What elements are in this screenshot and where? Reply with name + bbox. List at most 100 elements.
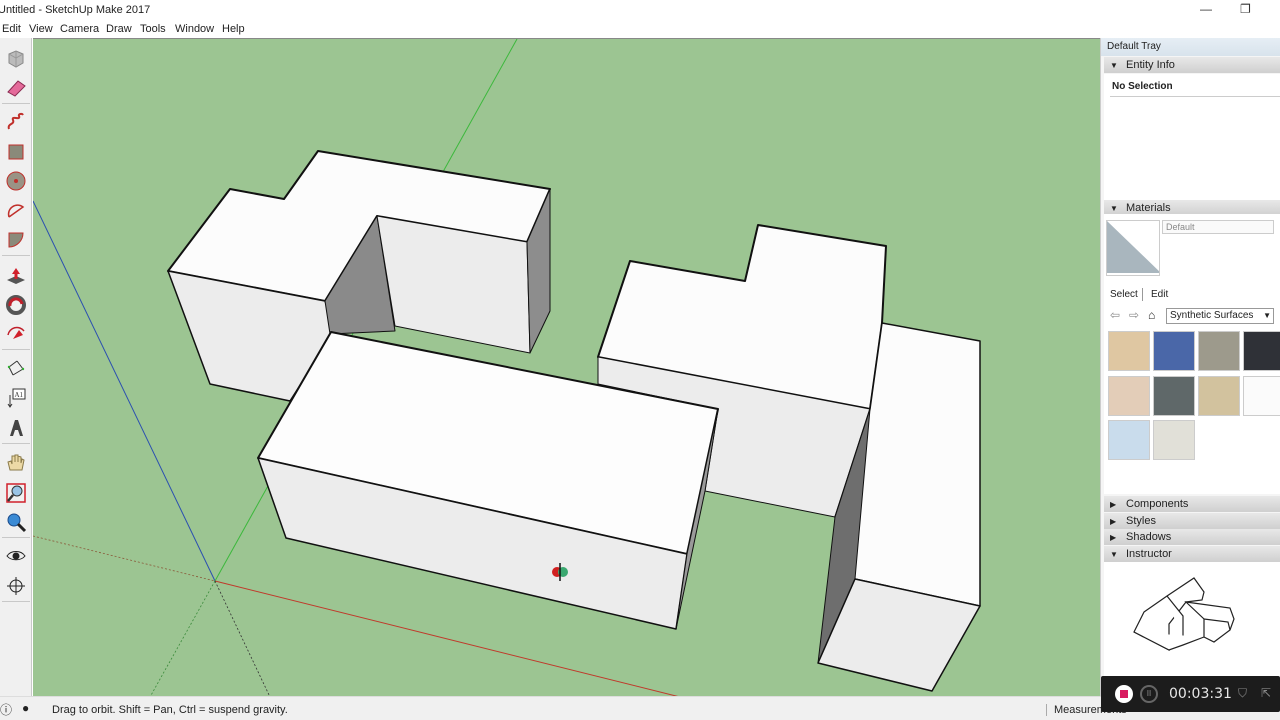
rectangle-tool[interactable] [4, 140, 28, 164]
title-bar: Untitled - SketchUp Make 2017 — ❐ [0, 0, 1280, 20]
back-arrow-icon[interactable]: ⇦ [1110, 308, 1120, 322]
material-swatch[interactable] [1243, 376, 1280, 416]
material-library-select[interactable]: Synthetic Surfaces ▼ [1166, 308, 1274, 324]
text-tool[interactable]: A1 [4, 386, 28, 410]
freehand-tool-icon [7, 112, 24, 130]
push-pull-tool[interactable] [4, 264, 28, 288]
toolbar-separator [2, 103, 30, 104]
material-swatch[interactable] [1153, 376, 1195, 416]
styles-header[interactable]: ▶ Styles [1104, 513, 1280, 529]
material-swatch[interactable] [1198, 331, 1240, 371]
select-tool[interactable] [4, 47, 28, 71]
collapsed-arrow-icon: ▶ [1110, 533, 1117, 542]
look-around-tool[interactable] [4, 544, 28, 568]
eraser-tool[interactable] [4, 76, 28, 100]
select-tool-icon [8, 50, 24, 68]
zoom-window-tool[interactable] [4, 481, 28, 505]
menu-camera[interactable]: Camera [60, 23, 99, 35]
shadows-header[interactable]: ▶ Shadows [1104, 529, 1280, 545]
pause-recording-button[interactable]: II [1140, 685, 1158, 703]
push-pull-tool-icon [7, 268, 25, 284]
polygon-tool-icon [6, 171, 26, 191]
expanded-arrow-icon: ▼ [1110, 204, 1118, 213]
freehand-tool[interactable] [4, 110, 28, 134]
3d-text-tool-icon [10, 420, 23, 436]
position-camera-tool[interactable] [4, 574, 28, 598]
collapsed-arrow-icon: ▶ [1110, 500, 1117, 509]
follow-me-tool-icon [7, 326, 25, 339]
material-preview [1106, 220, 1160, 276]
material-swatch[interactable] [1153, 331, 1195, 371]
pie-tool[interactable] [4, 228, 28, 252]
collapsed-arrow-icon: ▶ [1110, 517, 1117, 526]
status-bar: ⓘ ● Drag to orbit. Shift = Pan, Ctrl = s… [0, 696, 1280, 720]
material-swatch[interactable] [1243, 331, 1280, 371]
arc-tool[interactable] [4, 198, 28, 222]
user-account-icon[interactable]: ● [22, 701, 29, 715]
entity-info-header[interactable]: ▼ Entity Info [1104, 57, 1280, 73]
expanded-arrow-icon: ▼ [1110, 550, 1118, 559]
recorder-badge-icon[interactable]: ⛉ [1238, 686, 1247, 701]
rotate-tool[interactable] [4, 293, 28, 317]
menu-view[interactable]: View [29, 23, 53, 35]
components-header[interactable]: ▶ Components [1104, 496, 1280, 512]
instructor-title: Instructor [1126, 548, 1172, 560]
materials-panel: Default Select Edit ⇦ ⇨ ⌂ Synthetic Surf… [1104, 214, 1280, 494]
pan-tool[interactable] [4, 451, 28, 475]
material-swatch[interactable] [1108, 420, 1150, 460]
red-axis-negative [33, 535, 216, 582]
toolbar-separator [2, 443, 30, 444]
entity-info-panel: No Selection [1104, 74, 1280, 200]
dimension-tool[interactable] [4, 356, 28, 380]
forward-arrow-icon[interactable]: ⇨ [1129, 308, 1139, 322]
menu-edit[interactable]: Edit [2, 23, 21, 35]
tab-select[interactable]: Select [1106, 288, 1143, 301]
screen-recorder-overlay: II 00:03:31 ⛉ ⇱ [1101, 676, 1280, 712]
default-tray: Default Tray ▼ Entity Info No Selection ▼… [1100, 38, 1280, 696]
position-camera-tool-icon [7, 577, 25, 595]
rotate-tool-icon [6, 295, 26, 315]
material-swatch[interactable] [1108, 331, 1150, 371]
zoom-extents-tool-icon [7, 513, 27, 533]
zoom-window-tool-icon [6, 483, 26, 503]
drawing-viewport[interactable] [33, 38, 1100, 696]
stop-recording-button[interactable] [1115, 685, 1133, 703]
toolbar-separator [2, 601, 30, 602]
menu-bar: Edit View Camera Draw Tools Window Help [0, 20, 1100, 38]
material-swatch[interactable] [1108, 376, 1150, 416]
tray-title: Default Tray [1101, 38, 1280, 56]
tab-edit[interactable]: Edit [1147, 288, 1172, 301]
chevron-down-icon: ▼ [1263, 311, 1271, 320]
instructor-header[interactable]: ▼ Instructor [1104, 546, 1280, 562]
green-axis-negative [150, 580, 216, 696]
3d-text-tool[interactable] [4, 416, 28, 440]
info-icon[interactable]: ⓘ [0, 701, 12, 718]
home-icon[interactable]: ⌂ [1148, 308, 1155, 322]
restore-button[interactable]: ❐ [1240, 2, 1251, 16]
toolbar-separator [2, 537, 30, 538]
menu-help[interactable]: Help [222, 23, 245, 35]
material-swatch[interactable] [1153, 420, 1195, 460]
zoom-extents-tool[interactable] [4, 510, 28, 534]
follow-me-tool[interactable] [4, 322, 28, 346]
menu-window[interactable]: Window [175, 23, 214, 35]
toolbar-separator [2, 349, 30, 350]
minimize-button[interactable]: — [1200, 2, 1212, 16]
recording-timer: 00:03:31 [1169, 686, 1232, 702]
model-scene [33, 39, 981, 696]
polygon-tool[interactable] [4, 169, 28, 193]
divider [1110, 96, 1280, 97]
material-name-field[interactable]: Default [1162, 220, 1274, 234]
material-swatch[interactable] [1198, 376, 1240, 416]
menu-draw[interactable]: Draw [106, 23, 132, 35]
shadows-title: Shadows [1126, 531, 1172, 543]
menu-tools[interactable]: Tools [140, 23, 166, 35]
pan-tool-icon [7, 454, 25, 471]
entity-info-title: Entity Info [1126, 59, 1175, 71]
text-tool-label: A1 [15, 391, 24, 399]
library-name: Synthetic Surfaces [1170, 310, 1254, 321]
materials-title: Materials [1126, 202, 1171, 214]
popout-icon[interactable]: ⇱ [1261, 686, 1271, 700]
material-swatches [1106, 331, 1280, 471]
expanded-arrow-icon: ▼ [1110, 61, 1118, 70]
